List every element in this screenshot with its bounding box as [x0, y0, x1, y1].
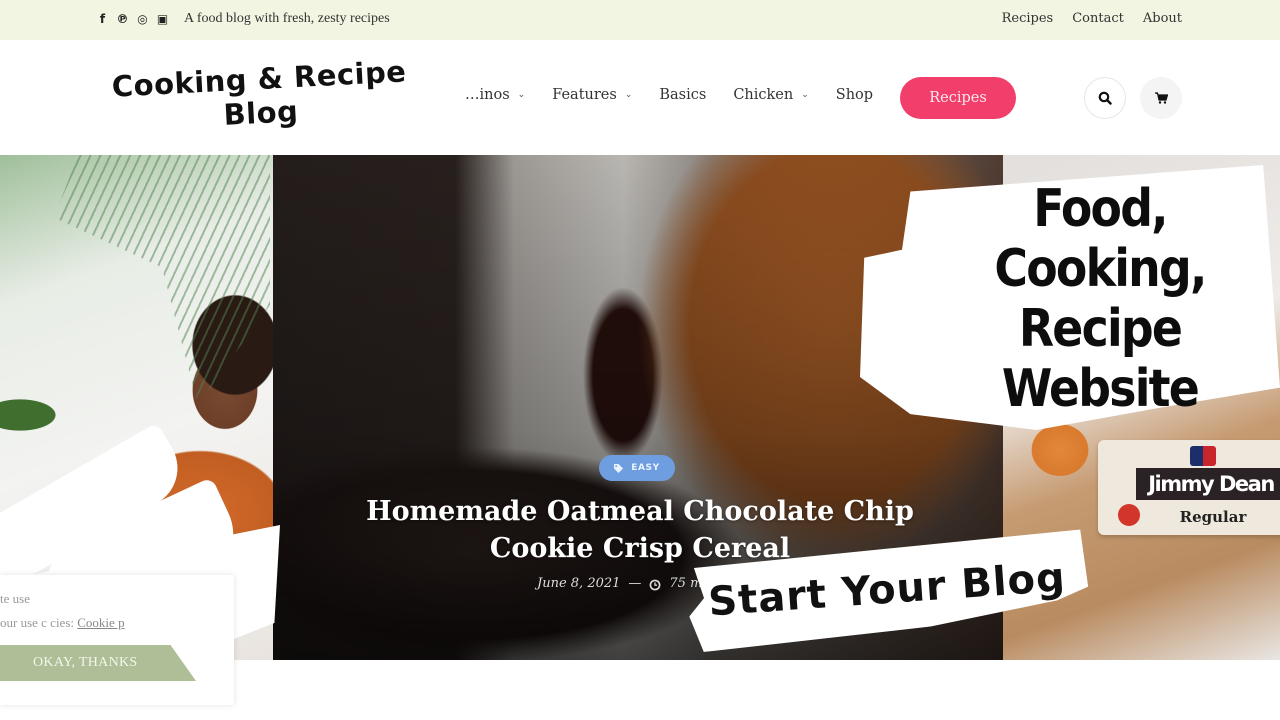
chevron-down-icon: ⌄	[624, 90, 633, 100]
promo-line: Cooking,	[994, 239, 1207, 299]
nav-label: Shop	[835, 87, 874, 103]
nav-item-chicken[interactable]: Chicken ⌄	[733, 87, 808, 103]
instagram-icon[interactable]: ◎	[136, 11, 149, 27]
cookie-policy-link[interactable]: Cookie p	[77, 615, 124, 630]
post-meta: June 8, 2021 — 75 m	[537, 576, 702, 591]
chevron-down-icon: ⌄	[517, 90, 526, 100]
tag-icon	[614, 463, 624, 473]
product-logo	[1190, 446, 1216, 466]
search-button[interactable]	[1084, 77, 1126, 119]
site-logo[interactable]: Cooking & Recipe Blog	[108, 54, 411, 138]
palm-plant-image	[54, 155, 270, 405]
post-date: June 8, 2021	[537, 576, 621, 591]
social-links: f ℗ ◎ ▣	[96, 11, 169, 27]
top-links: Recipes Contact About	[1002, 11, 1182, 26]
nav-item-shop[interactable]: Shop	[836, 87, 873, 103]
pinterest-icon[interactable]: ℗	[116, 11, 129, 27]
nav-item-inos[interactable]: …inos ⌄	[465, 87, 525, 103]
cookie-text-line1: te use	[0, 591, 30, 606]
promo-line: Website	[1001, 359, 1200, 419]
search-icon	[1098, 91, 1112, 105]
product-label: Jimmy Dean	[1136, 468, 1280, 500]
nav-label: Chicken	[733, 87, 794, 103]
category-tag-label: EASY	[631, 463, 660, 473]
nav-item-basics[interactable]: Basics	[659, 87, 706, 103]
nav-item-features[interactable]: Features ⌄	[552, 87, 632, 103]
cart-button[interactable]	[1140, 77, 1182, 119]
nav-label: Features	[552, 87, 617, 103]
nav-label: Basics	[659, 87, 707, 103]
promo-line: Food,	[1033, 179, 1168, 239]
chevron-down-icon: ⌄	[801, 90, 809, 100]
top-link-contact[interactable]: Contact	[1072, 11, 1124, 26]
site-tagline: A food blog with fresh, zesty recipes	[184, 11, 390, 26]
cookie-accept-button[interactable]: OKAY, THANKS	[0, 645, 196, 681]
product-badge	[1118, 504, 1140, 526]
promo-line: Recipe	[1018, 299, 1183, 359]
cookie-notice: te use our use c cies: Cookie p OKAY, TH…	[0, 575, 234, 705]
promo-headline: Food, Cooking, Recipe Website	[990, 179, 1210, 419]
clock-icon	[650, 579, 661, 591]
cart-icon	[1154, 92, 1168, 104]
facebook-icon[interactable]: f	[96, 11, 109, 27]
top-bar: f ℗ ◎ ▣ A food blog with fresh, zesty re…	[0, 0, 1280, 40]
product-subtitle: Regular	[1179, 508, 1247, 526]
youtube-icon[interactable]: ▣	[156, 11, 169, 27]
meta-separator: —	[628, 576, 642, 591]
recipes-cta-button[interactable]: Recipes	[900, 77, 1016, 119]
top-link-about[interactable]: About	[1143, 11, 1182, 26]
main-nav: …inos ⌄ Features ⌄ Basics Chicken ⌄ Shop	[465, 87, 873, 103]
category-tag[interactable]: EASY	[599, 455, 675, 481]
cookie-text: te use our use c cies: Cookie p	[0, 587, 125, 635]
site-header: Cooking & Recipe Blog …inos ⌄ Features ⌄…	[0, 40, 1280, 155]
top-link-recipes[interactable]: Recipes	[1002, 11, 1054, 26]
cookie-text-line2: our use c cies:	[0, 615, 75, 630]
nav-label: …inos	[465, 87, 510, 103]
product-package: Jimmy Dean Regular	[1098, 440, 1280, 535]
